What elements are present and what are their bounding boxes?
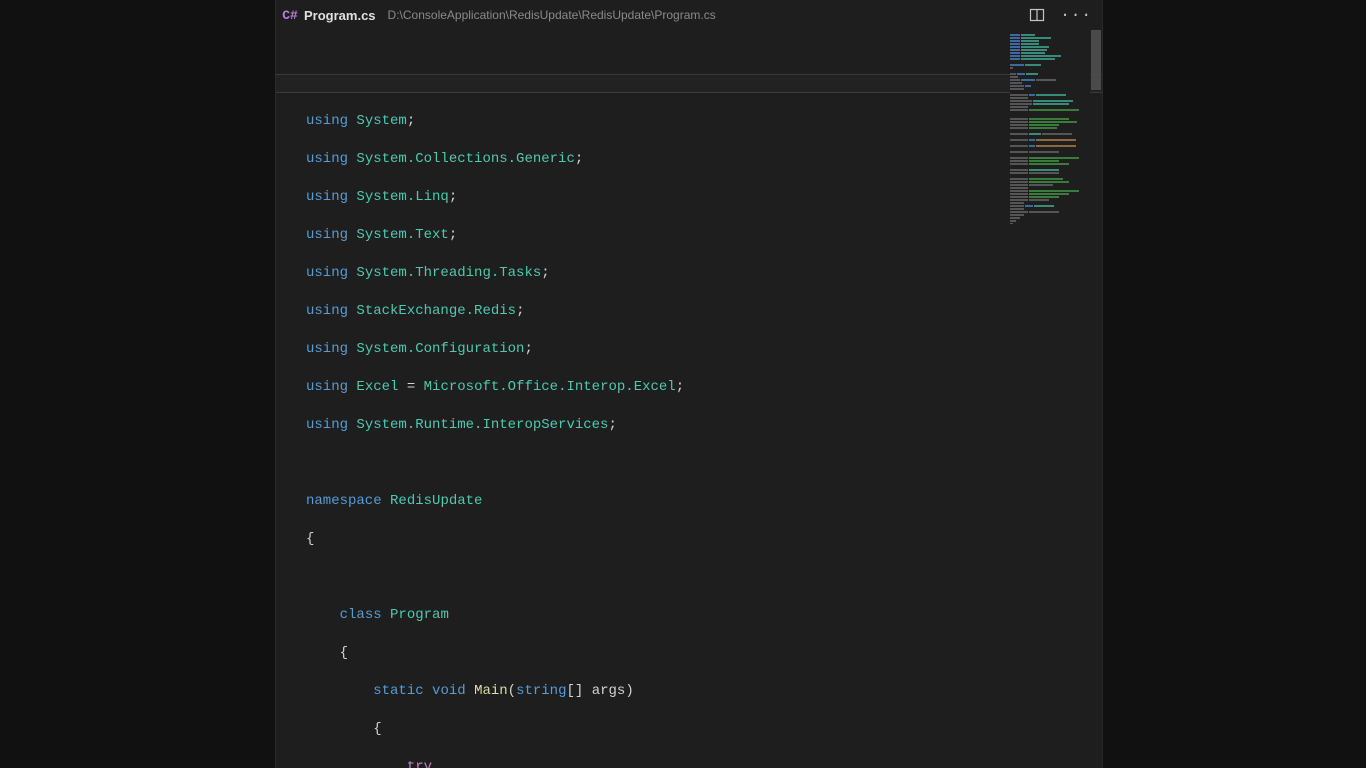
file-path-label: D:\ConsoleApplication\RedisUpdate\RedisU… xyxy=(388,8,716,22)
more-actions-icon[interactable]: ··· xyxy=(1060,6,1092,24)
left-panel-placeholder xyxy=(0,0,275,768)
right-panel-placeholder xyxy=(1103,0,1366,768)
split-editor-icon[interactable] xyxy=(1028,6,1046,24)
current-line-highlight xyxy=(276,74,1102,93)
minimap[interactable] xyxy=(1010,34,1090,224)
file-name-label: Program.cs xyxy=(304,8,376,23)
editor-tabbar: C# Program.cs D:\ConsoleApplication\Redi… xyxy=(276,0,1102,30)
csharp-file-icon: C# xyxy=(282,7,298,23)
code-editor[interactable]: using System; using System.Collections.G… xyxy=(276,30,1102,768)
scrollbar-thumb[interactable] xyxy=(1091,30,1101,90)
active-tab[interactable]: C# Program.cs D:\ConsoleApplication\Redi… xyxy=(282,7,716,23)
vertical-scrollbar[interactable] xyxy=(1090,30,1102,768)
editor-pane: C# Program.cs D:\ConsoleApplication\Redi… xyxy=(275,0,1103,768)
